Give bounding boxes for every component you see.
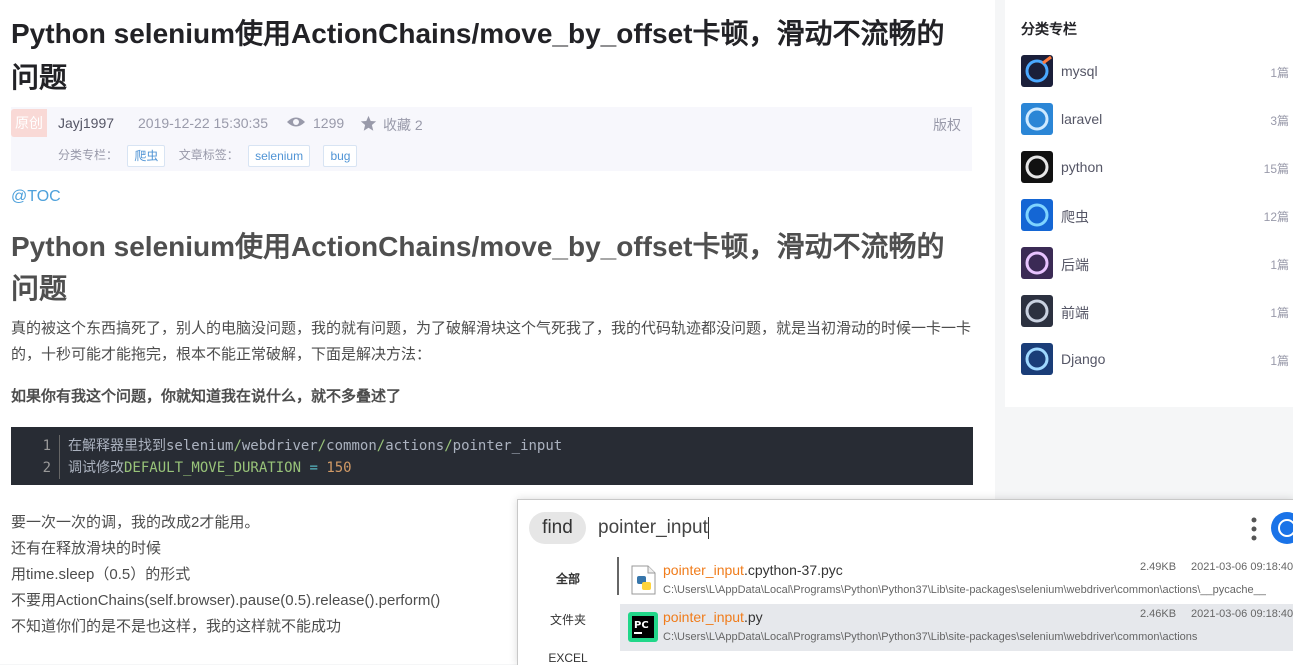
category-count: 15篇: [1263, 162, 1289, 176]
sidebar-item-python[interactable]: python 15篇: [1021, 151, 1293, 185]
tag-selenium[interactable]: selenium: [248, 144, 311, 167]
laravel-category-icon: [1021, 103, 1053, 135]
article-heading: Python selenium使用ActionChains/move_by_of…: [11, 231, 945, 304]
crawler-category-icon: [1021, 199, 1053, 231]
mysql-category-icon: [1021, 55, 1053, 87]
sidebar-item-crawler[interactable]: 爬虫 12篇: [1021, 199, 1293, 233]
text-caret: [707, 516, 709, 539]
collect-star-icon[interactable]: [360, 115, 377, 132]
collect-count[interactable]: 收藏 2: [383, 115, 423, 135]
pycharm-file-icon: PC: [628, 612, 658, 642]
sidebar-item-frontend[interactable]: 前端 1篇: [1021, 295, 1293, 329]
filter-folder[interactable]: 文件夹: [518, 611, 618, 628]
view-count: 1299: [313, 115, 345, 131]
category-count: 1篇: [1270, 306, 1289, 320]
category-count: 1篇: [1270, 258, 1289, 272]
frontend-category-icon: [1021, 295, 1053, 327]
category-name: laravel: [1061, 111, 1103, 127]
line-number: 2: [11, 457, 60, 479]
publish-date: 2019-12-22 15:30:35: [138, 115, 268, 131]
article-meta: 原创 Jayj1997 2019-12-22 15:30:35 1299 收藏 …: [11, 107, 972, 171]
svg-text:PC: PC: [634, 620, 649, 631]
category-label: 分类专栏：: [58, 148, 119, 162]
filter-excel[interactable]: EXCEL: [518, 651, 618, 665]
solution-line: 要一次一次的调，我的改成2才能用。: [11, 514, 260, 531]
author-link[interactable]: Jayj1997: [58, 115, 114, 131]
category-tag[interactable]: 爬虫: [127, 144, 166, 167]
code-line: 2 调试修改DEFAULT_MOVE_DURATION = 150: [11, 457, 352, 479]
result-row[interactable]: pointer_input.cpython-37.pyc C:\Users\L\…: [620, 557, 1293, 604]
category-count: 3篇: [1270, 114, 1289, 128]
meta-tags-row: 分类专栏： 爬虫 文章标签： selenium bug: [58, 143, 367, 167]
code-block: 1 在解释器里找到selenium/webdriver/common/action…: [11, 427, 973, 485]
find-mode-button[interactable]: find: [529, 512, 586, 544]
active-filter-indicator: [617, 557, 619, 595]
solution-line: 还有在释放滑块的时候: [11, 540, 162, 557]
filter-all[interactable]: 全部: [518, 570, 618, 587]
tags-label: 文章标签：: [178, 148, 239, 162]
search-input[interactable]: pointer_input: [598, 514, 1158, 542]
category-name: mysql: [1061, 63, 1098, 79]
search-query: pointer_input: [598, 517, 708, 538]
solution-line: 用time.sleep（0.5）的形式: [11, 566, 191, 583]
category-name: 前端: [1061, 305, 1089, 321]
more-options-icon[interactable]: [1251, 516, 1257, 542]
result-filename: pointer_input.cpython-37.pyc: [663, 562, 843, 578]
result-row[interactable]: PC pointer_input.py C:\Users\L\AppData\L…: [620, 604, 1293, 651]
toc-link[interactable]: @TOC: [11, 188, 61, 206]
bold-note: 如果你有我这个问题，你就知道我在说什么，就不多叠述了: [11, 388, 402, 405]
result-date: 2021-03-06 09:18:40: [1191, 561, 1293, 573]
django-category-icon: [1021, 343, 1053, 375]
code-line: 1 在解释器里找到selenium/webdriver/common/action…: [11, 435, 562, 457]
result-path: C:\Users\L\AppData\Local\Programs\Python…: [663, 631, 1198, 643]
solution-line: 不知道你们的是不是也这样，我的这样就不能成功: [11, 618, 342, 635]
original-badge: 原创: [11, 109, 47, 137]
backend-category-icon: [1021, 247, 1053, 279]
result-filename: pointer_input.py: [663, 609, 763, 625]
result-path: C:\Users\L\AppData\Local\Programs\Python…: [663, 584, 1266, 596]
sidebar-item-django[interactable]: Django 1篇: [1021, 343, 1293, 377]
line-number: 1: [11, 435, 60, 457]
article-title: Python selenium使用ActionChains/move_by_of…: [11, 18, 945, 93]
file-search-panel: find pointer_input 全部 文件夹 EXCEL pointer_…: [517, 499, 1293, 665]
category-sidebar: 分类专栏 mysql 1篇 laravel 3篇 python 15篇 爬虫 1…: [1005, 0, 1293, 407]
sidebar-item-backend[interactable]: 后端 1篇: [1021, 247, 1293, 281]
category-count: 1篇: [1270, 354, 1289, 368]
result-size: 2.46KB: [1140, 608, 1177, 620]
category-count: 1篇: [1270, 66, 1289, 80]
category-name: python: [1061, 159, 1104, 175]
category-name: 爬虫: [1061, 209, 1089, 225]
result-size: 2.49KB: [1140, 561, 1177, 573]
category-count: 12篇: [1263, 210, 1289, 224]
python-category-icon: [1021, 151, 1053, 183]
tag-bug[interactable]: bug: [323, 144, 358, 167]
sidebar-item-mysql[interactable]: mysql 1篇: [1021, 55, 1293, 89]
intro-paragraph: 真的被这个东西搞死了，别人的电脑没问题，我的就有问题，为了破解滑块这个气死我了，…: [11, 320, 972, 363]
eye-icon: [287, 117, 305, 127]
result-date: 2021-03-06 09:18:40: [1191, 608, 1293, 620]
category-name: Django: [1061, 351, 1106, 367]
copyright-link[interactable]: 版权: [933, 115, 961, 135]
python-compiled-file-icon: [631, 565, 656, 595]
sidebar-item-laravel[interactable]: laravel 3篇: [1021, 103, 1293, 137]
app-logo-icon[interactable]: [1271, 512, 1293, 544]
sidebar-title: 分类专栏: [1021, 21, 1077, 37]
solution-lines: 要一次一次的调，我的改成2才能用。 还有在释放滑块的时候 用time.sleep…: [11, 510, 440, 640]
solution-line: 不要用ActionChains(self.browser).pause(0.5)…: [11, 592, 441, 609]
category-name: 后端: [1061, 257, 1089, 273]
